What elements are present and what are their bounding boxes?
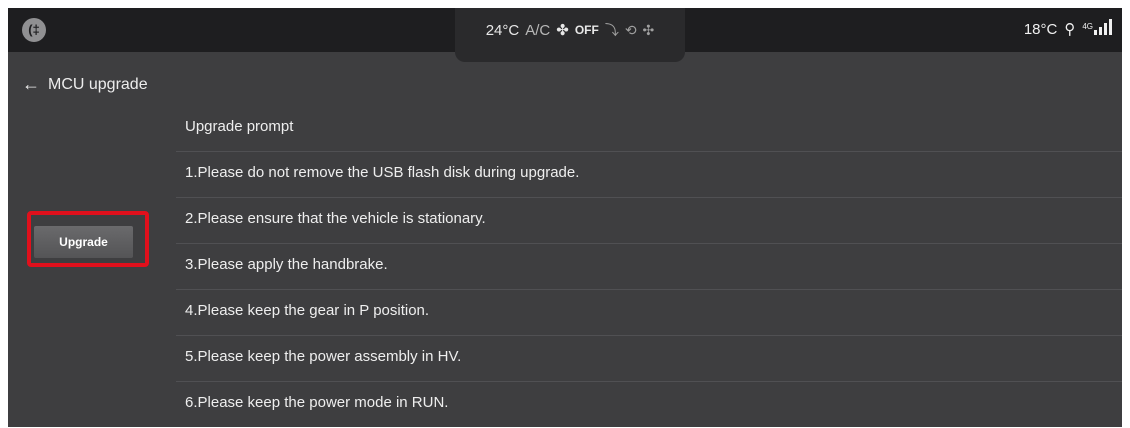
- status-right-group: 18°C ⚲ 4G: [1024, 19, 1112, 39]
- outside-temperature: 18°C: [1023, 20, 1058, 38]
- climate-controls[interactable]: 24°C A/C ✤ OFF ⤵ ⟲ ✣: [455, 18, 685, 42]
- prompt-item: 3.Please apply the handbrake.: [176, 244, 1122, 290]
- prompt-item: 4.Please keep the gear in P position.: [176, 290, 1122, 336]
- prompt-item: 2.Please ensure that the vehicle is stat…: [176, 198, 1122, 244]
- signal-strength-icon: 4G: [1082, 19, 1112, 39]
- fan-speed-icon[interactable]: ✣: [643, 22, 655, 39]
- head-unit-screen: (‡ 24°C A/C ✤ OFF ⤵ ⟲ ✣ 18°C ⚲ 4G ← MCU u…: [8, 8, 1122, 427]
- fan-state[interactable]: OFF: [575, 23, 599, 37]
- upgrade-prompt-list: Upgrade prompt 1.Please do not remove th…: [176, 106, 1122, 427]
- back-arrow-icon[interactable]: ←: [22, 74, 40, 95]
- prompt-title: Upgrade prompt: [176, 106, 1122, 152]
- prompt-item: 6.Please keep the power mode in RUN.: [185, 394, 449, 411]
- rear-fog-light-icon[interactable]: (‡: [22, 18, 46, 42]
- page-title: MCU upgrade: [48, 75, 148, 93]
- fan-icon: ✤: [556, 22, 569, 39]
- ac-label[interactable]: A/C: [525, 22, 550, 39]
- usb-icon: ⚲: [1064, 21, 1076, 38]
- network-type: 4G: [1082, 22, 1093, 31]
- upgrade-button[interactable]: Upgrade: [34, 226, 133, 258]
- prompt-item: 5.Please keep the power assembly in HV.: [176, 336, 1122, 382]
- seat-airflow-icon[interactable]: ⤵: [605, 20, 619, 40]
- prompt-item: 1.Please do not remove the USB flash dis…: [176, 152, 1122, 198]
- set-temperature[interactable]: 24°C: [486, 22, 520, 39]
- recirculation-icon[interactable]: ⟲: [625, 22, 637, 39]
- page-header: ← MCU upgrade: [22, 74, 148, 95]
